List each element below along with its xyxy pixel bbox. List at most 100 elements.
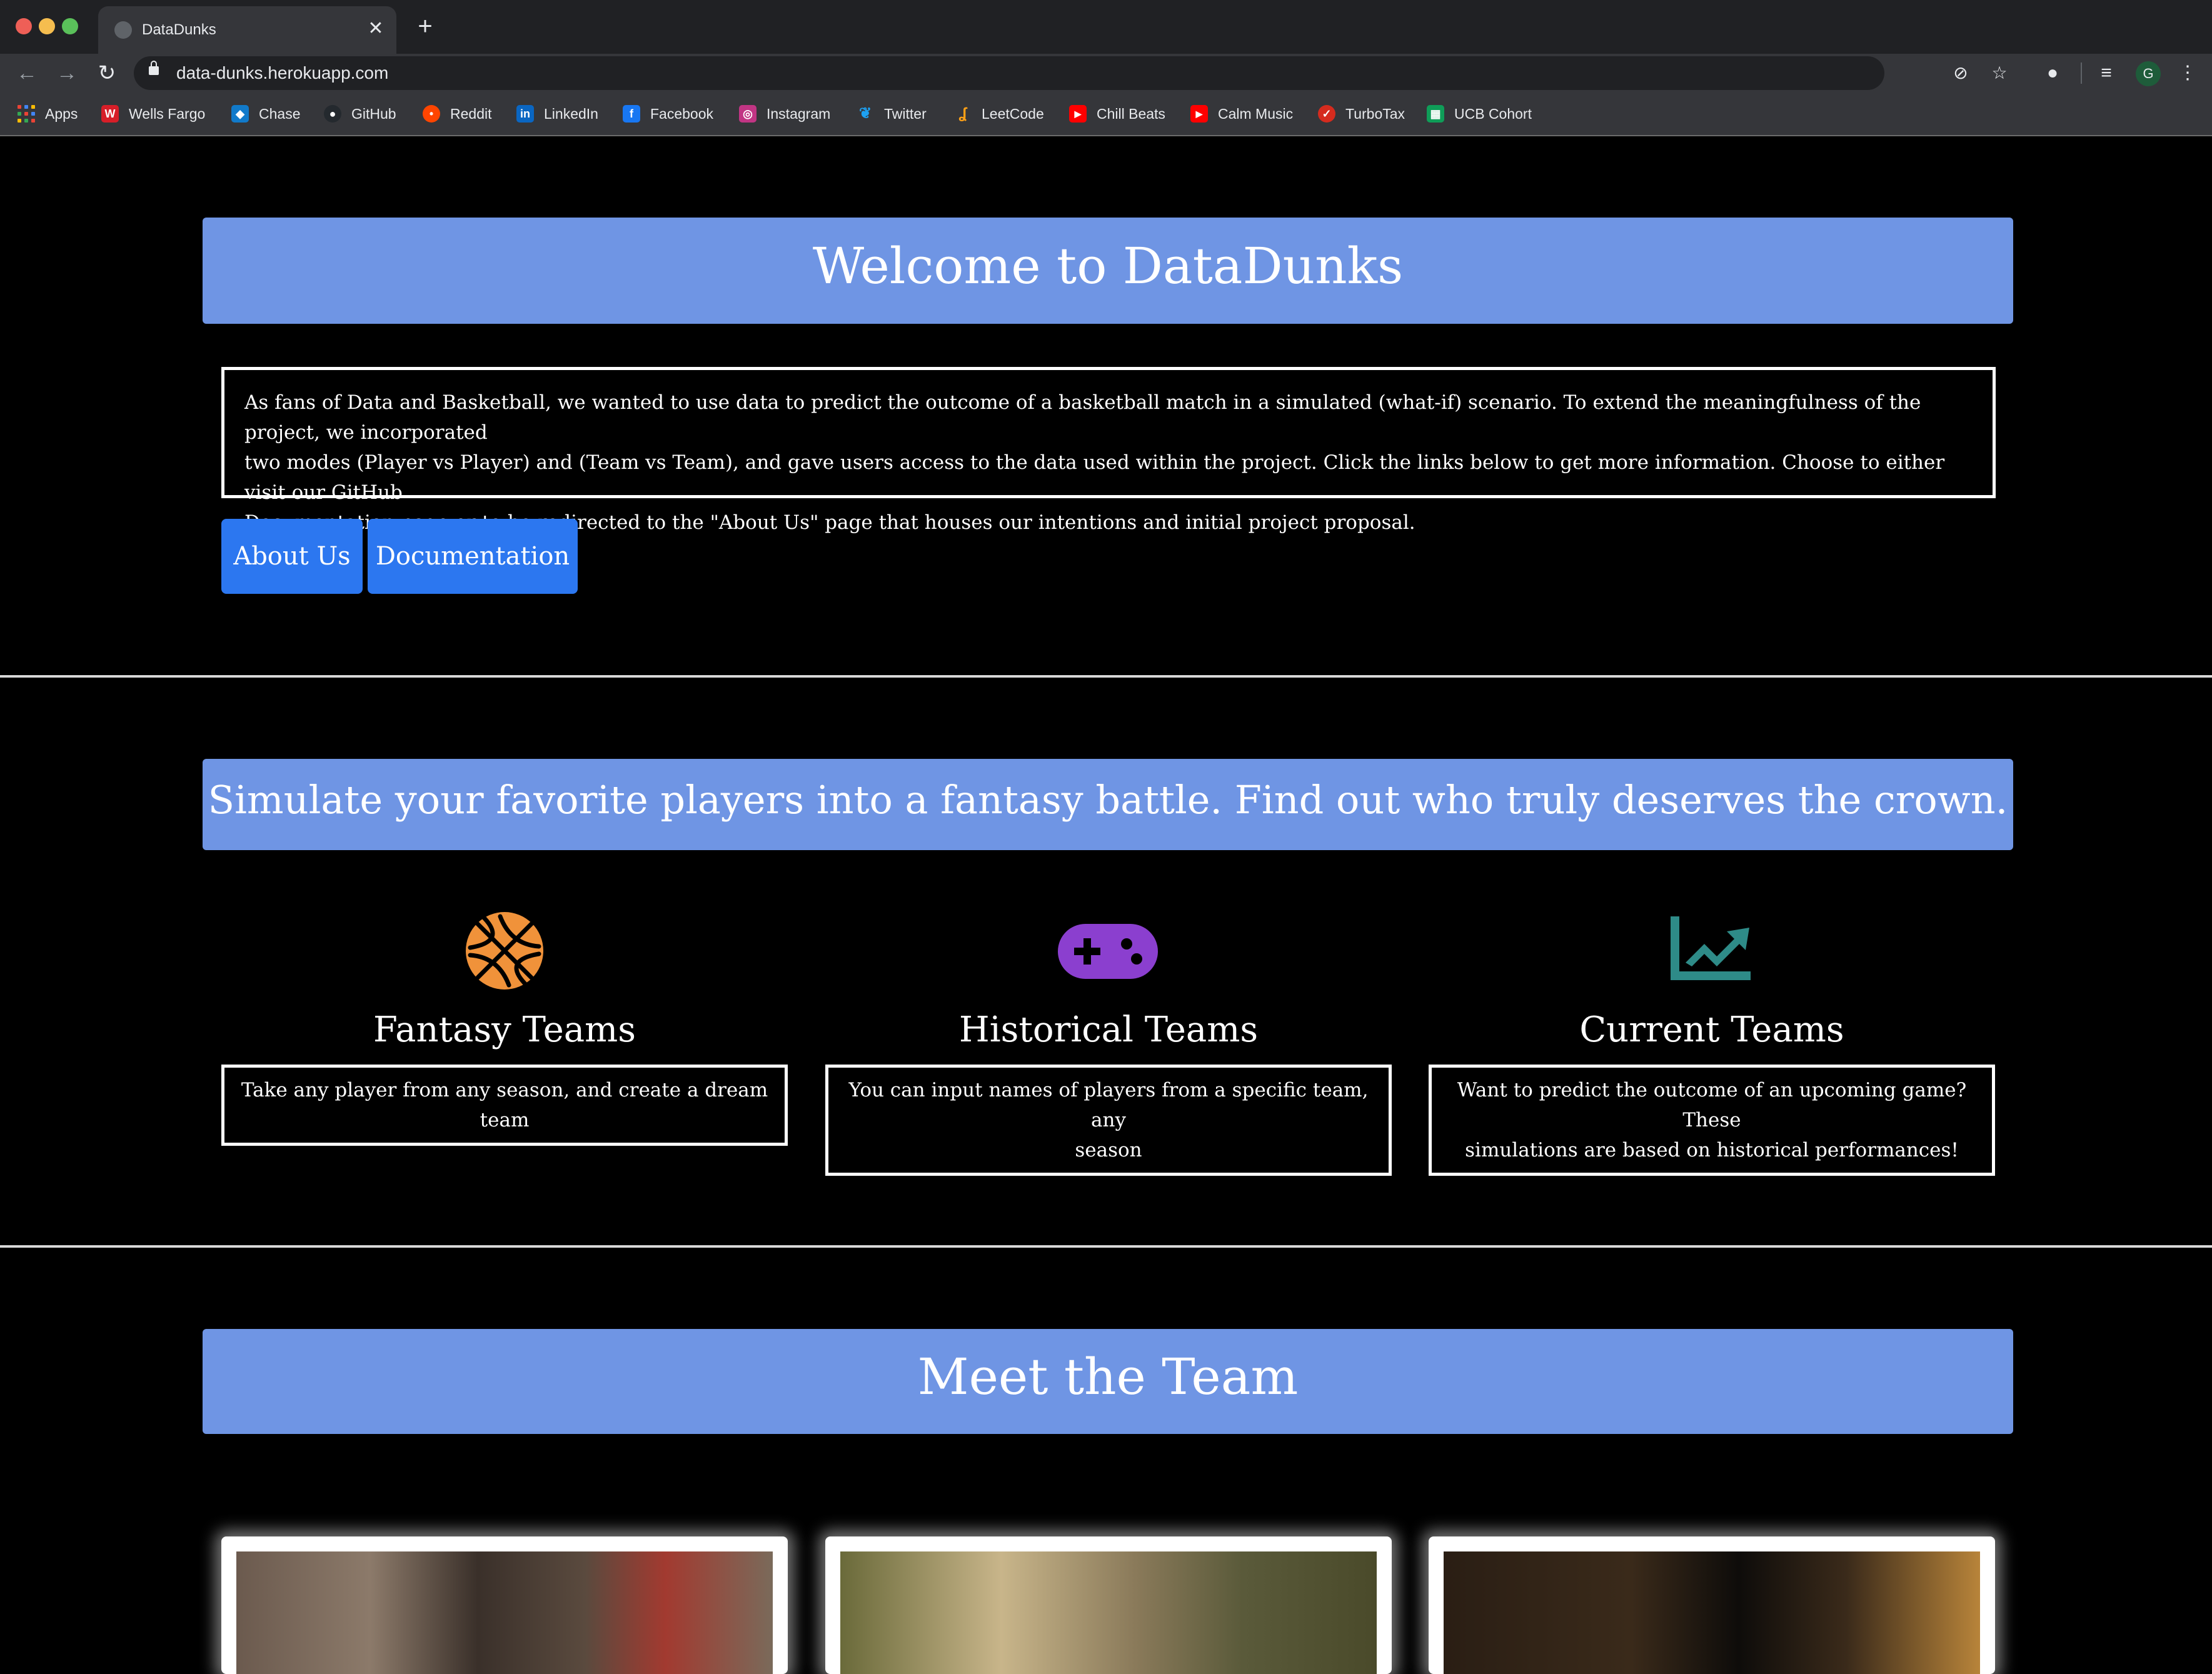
about-us-button[interactable]: About Us — [221, 519, 363, 594]
bookmark-label: UCB Cohort — [1454, 105, 1532, 122]
section-divider — [0, 1245, 2212, 1248]
browser-toolbar: ← → ↻ data-dunks.herokuapp.com ⊘ ☆ ● ≡ G… — [0, 54, 2212, 93]
intro-text-box: As fans of Data and Basketball, we wante… — [221, 367, 1996, 534]
feature-desc-line: Want to predict the outcome of an upcomi… — [1457, 1079, 1967, 1131]
window-minimize-button[interactable] — [39, 18, 55, 34]
toolbar-separator — [2081, 63, 2082, 84]
back-arrow-icon[interactable]: ← — [13, 59, 41, 88]
feature-desc-line: Take any player from any season, and cre… — [241, 1079, 768, 1131]
reddit-icon: • — [423, 105, 440, 123]
lock-icon[interactable] — [149, 61, 159, 75]
bookmark-github[interactable]: ● GitHub — [324, 101, 396, 126]
team-member-card[interactable] — [1429, 1536, 1995, 1674]
bookmark-ucb-cohort[interactable]: ▦ UCB Cohort — [1427, 101, 1532, 126]
instagram-icon: ◎ — [739, 105, 757, 123]
section-divider — [0, 675, 2212, 678]
window-zoom-button[interactable] — [62, 18, 78, 34]
youtube-icon: ▶ — [1069, 105, 1087, 123]
bookmark-facebook[interactable]: f Facebook — [623, 101, 713, 126]
bookmark-label: Facebook — [650, 105, 714, 122]
bookmark-wells-fargo[interactable]: W Wells Fargo — [101, 101, 205, 126]
forward-arrow-icon[interactable]: → — [53, 59, 81, 88]
team-member-photo — [1444, 1551, 1980, 1674]
feature-desc-fantasy: Take any player from any season, and cre… — [221, 1065, 788, 1146]
feature-title-current: Current Teams — [1579, 1010, 1844, 1050]
bookmark-label: Twitter — [884, 105, 927, 122]
linkedin-icon: in — [516, 105, 534, 123]
bookmark-turbotax[interactable]: ✓ TurboTax — [1318, 101, 1405, 126]
page-content: Welcome to DataDunks As fans of Data and… — [0, 136, 2212, 1674]
basketball-icon — [466, 912, 543, 990]
leetcode-icon: ʆ — [958, 105, 967, 122]
address-bar[interactable]: data-dunks.herokuapp.com ⊘ ☆ — [134, 56, 2008, 90]
simulate-banner: Simulate your favorite players into a fa… — [203, 759, 2013, 850]
section-heading: Simulate your favorite players into a fa… — [208, 777, 2008, 823]
bookmark-label: TurboTax — [1345, 105, 1405, 122]
bookmark-chase[interactable]: ◆ Chase — [231, 101, 300, 126]
browser-tab-bar: DataDunks ✕ + — [0, 0, 2212, 54]
chase-icon: ◆ — [231, 105, 249, 123]
sheets-icon: ▦ — [1427, 105, 1444, 123]
bookmark-label: LeetCode — [982, 105, 1044, 122]
welcome-banner: Welcome to DataDunks — [203, 218, 2013, 324]
bookmark-twitter[interactable]: ❦ Twitter — [857, 101, 927, 126]
blocked-popup-icon[interactable]: ⊘ — [1949, 62, 1972, 84]
feature-desc-line: season — [1075, 1139, 1142, 1161]
new-tab-button[interactable]: + — [411, 14, 439, 41]
feature-desc-line: You can input names of players from a sp… — [848, 1079, 1369, 1131]
bookmark-label: Apps — [45, 105, 78, 122]
feature-desc-historical: You can input names of players from a sp… — [825, 1065, 1392, 1176]
page-title: Welcome to DataDunks — [812, 237, 1404, 295]
chart-line-icon — [1671, 916, 1751, 980]
intro-line: two modes (Player vs Player) and (Team v… — [244, 451, 1945, 504]
section-heading: Meet the Team — [917, 1348, 1299, 1406]
feature-desc-current: Want to predict the outcome of an upcomi… — [1429, 1065, 1995, 1176]
bookmark-instagram[interactable]: ◎ Instagram — [739, 101, 830, 126]
feature-title-fantasy: Fantasy Teams — [373, 1010, 636, 1050]
team-member-photo — [236, 1551, 773, 1674]
github-icon: ● — [324, 105, 341, 123]
twitter-icon: ❦ — [858, 105, 872, 122]
media-queue-icon[interactable]: ≡ — [2092, 59, 2121, 88]
bookmark-linkedin[interactable]: in LinkedIn — [516, 101, 598, 126]
bookmark-label: Chill Beats — [1097, 105, 1165, 122]
browser-tab[interactable]: DataDunks ✕ — [98, 6, 396, 54]
bookmark-label: Instagram — [767, 105, 831, 122]
window-close-button[interactable] — [16, 18, 32, 34]
menu-kebab-icon[interactable]: ⋮ — [2173, 59, 2202, 88]
bookmark-reddit[interactable]: • Reddit — [423, 101, 491, 126]
intro-line: As fans of Data and Basketball, we wante… — [244, 391, 1921, 444]
youtube-icon: ▶ — [1190, 105, 1208, 123]
tab-title: DataDunks — [142, 21, 216, 38]
tab-close-icon[interactable]: ✕ — [364, 16, 387, 41]
turbotax-icon: ✓ — [1318, 105, 1335, 123]
feature-desc-line: simulations are based on historical perf… — [1465, 1139, 1959, 1161]
bookmark-label: Chase — [259, 105, 301, 122]
bookmark-label: Calm Music — [1218, 105, 1294, 122]
bookmark-apps[interactable]: Apps — [18, 101, 78, 126]
bookmark-label: Wells Fargo — [129, 105, 206, 122]
facebook-icon: f — [623, 105, 640, 123]
extension-icon[interactable]: ● — [2038, 59, 2067, 88]
bookmark-chill-beats[interactable]: ▶ Chill Beats — [1069, 101, 1165, 126]
wells-fargo-icon: W — [101, 105, 119, 123]
team-banner: Meet the Team — [203, 1329, 2013, 1434]
bookmarks-bar: Apps W Wells Fargo ◆ Chase ● GitHub • Re… — [0, 93, 2212, 136]
bookmark-label: Reddit — [450, 105, 492, 122]
team-member-card[interactable] — [221, 1536, 788, 1674]
globe-icon — [114, 21, 132, 39]
reload-icon[interactable]: ↻ — [93, 59, 121, 88]
apps-grid-icon — [18, 105, 35, 123]
url-text[interactable]: data-dunks.herokuapp.com — [176, 61, 388, 85]
documentation-button[interactable]: Documentation — [368, 519, 578, 594]
gamepad-icon — [1058, 924, 1158, 979]
team-member-card[interactable] — [825, 1536, 1392, 1674]
bookmark-calm-music[interactable]: ▶ Calm Music — [1190, 101, 1293, 126]
team-member-photo — [840, 1551, 1377, 1674]
feature-title-historical: Historical Teams — [958, 1010, 1259, 1050]
profile-avatar[interactable]: G — [2136, 61, 2161, 86]
bookmark-label: GitHub — [351, 105, 396, 122]
star-icon[interactable]: ☆ — [1988, 62, 2011, 84]
bookmark-leetcode[interactable]: ʆ LeetCode — [954, 101, 1044, 126]
bookmark-label: LinkedIn — [544, 105, 598, 122]
